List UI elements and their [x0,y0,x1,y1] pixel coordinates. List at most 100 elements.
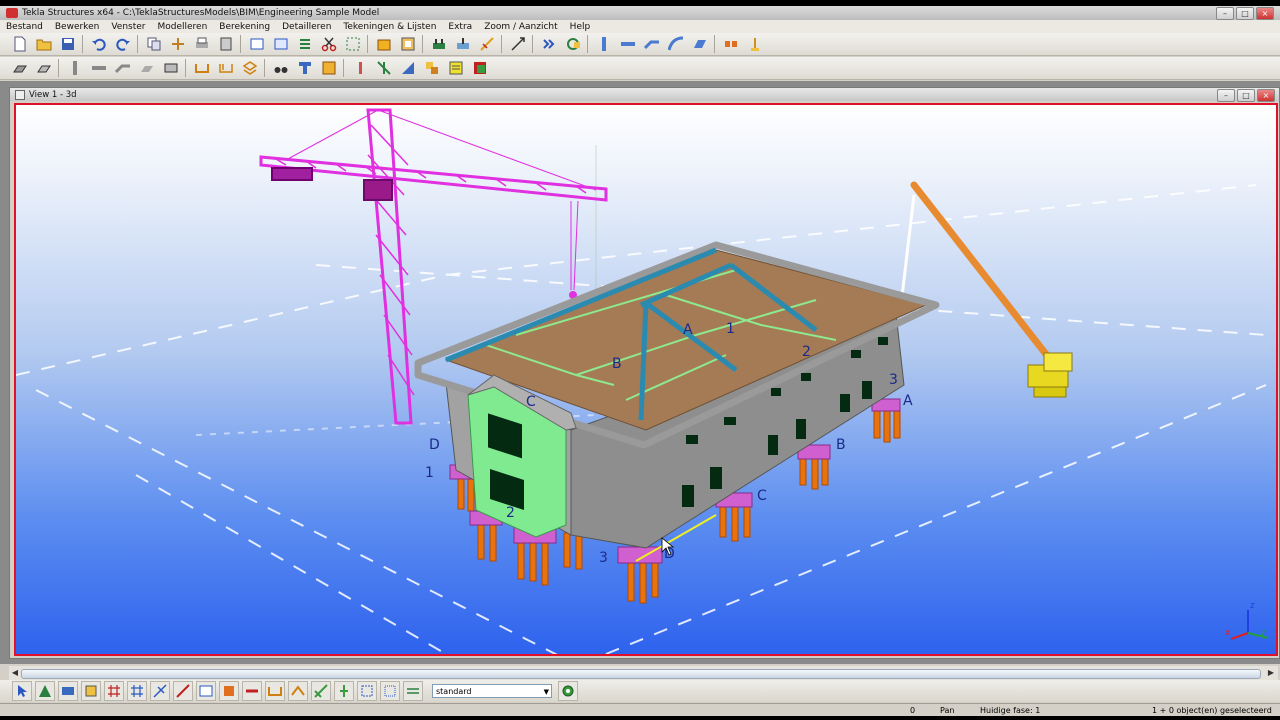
pad-footing-button[interactable] [745,35,764,54]
filter-settings-button[interactable] [558,681,578,701]
concrete-panel-button[interactable] [137,59,156,78]
close-button[interactable]: × [1256,7,1274,20]
select-all-button[interactable] [12,681,32,701]
view-minimize-button[interactable]: – [1217,89,1235,102]
select-object-button[interactable] [311,681,331,701]
menu-extra[interactable]: Extra [442,22,478,32]
move-button[interactable] [168,35,187,54]
menu-berekening[interactable]: Berekening [213,22,276,32]
concrete-beam-button[interactable] [89,59,108,78]
polybeam-button[interactable] [642,35,661,54]
select-surface-button[interactable] [58,681,78,701]
select-window-alt-button[interactable] [271,35,290,54]
material-button[interactable] [319,59,338,78]
cut-button[interactable] [319,35,338,54]
concrete-polybeam-button[interactable] [113,59,132,78]
menu-modelleren[interactable]: Modelleren [151,22,213,32]
concrete-wall-button[interactable] [161,59,180,78]
reinforcement-button[interactable] [216,59,235,78]
select-welds-button[interactable] [150,681,170,701]
select-area-button[interactable] [343,35,362,54]
menu-detailleren[interactable]: Detailleren [276,22,337,32]
find-button[interactable] [271,59,290,78]
scrollbar-thumb[interactable] [21,669,1261,679]
select-grid-lines-button[interactable] [127,681,147,701]
concrete-slab-button[interactable] [34,59,53,78]
maximize-button[interactable]: □ [1236,7,1254,20]
select-views-button[interactable] [196,681,216,701]
app-titlebar: Tekla Structures x64 - C:\TeklaStructure… [0,6,1280,20]
menu-bar: Bestand Bewerken Venster Modelleren Bere… [0,20,1280,33]
column-button[interactable] [594,35,613,54]
curved-beam-button[interactable] [666,35,685,54]
drawing-list-button[interactable] [470,59,489,78]
view-close-button[interactable]: × [1257,89,1275,102]
menu-help[interactable]: Help [564,22,597,32]
select-components-button[interactable] [242,681,262,701]
select-bolts-button[interactable] [219,681,239,701]
select-assembly-button[interactable] [288,681,308,701]
menu-zoom-aanzicht[interactable]: Zoom / Aanzicht [478,22,563,32]
numbering-button[interactable] [422,59,441,78]
copy-button[interactable] [144,35,163,54]
report-button[interactable] [446,59,465,78]
menu-venster[interactable]: Venster [105,22,151,32]
select-rebar-button[interactable] [265,681,285,701]
select-cuts-button[interactable] [173,681,193,701]
measure-button[interactable] [477,35,496,54]
3d-viewport[interactable]: A 1 2 B C D 1 2 3 D C B A 3 [14,103,1278,656]
secondary-toolbar [0,57,1280,80]
axis-label-y: y [1260,628,1266,638]
save-button[interactable] [58,35,77,54]
bolt-button[interactable] [429,35,448,54]
refresh-button[interactable] [563,35,582,54]
horizontal-scrollbar[interactable]: ◀ ▶ [9,666,1278,680]
check-button[interactable] [374,59,393,78]
select-window-button[interactable] [247,35,266,54]
catalog-button[interactable] [398,35,417,54]
undo-button[interactable] [89,35,108,54]
menu-bestand[interactable]: Bestand [0,22,49,32]
redo-button[interactable] [113,35,132,54]
clash-check-button[interactable] [398,59,417,78]
select-points-button[interactable] [81,681,101,701]
scroll-right-icon[interactable]: ▶ [1266,668,1276,678]
view-maximize-button[interactable]: □ [1237,89,1255,102]
contour-plate-button[interactable] [690,35,709,54]
selection-filter-dropdown[interactable]: standard ▼ [432,684,552,698]
inquire-button[interactable] [350,59,369,78]
concrete-column-button[interactable] [65,59,84,78]
open-model-button[interactable] [34,35,53,54]
book-button[interactable] [216,35,235,54]
select-part-icon [39,685,51,697]
new-model-button[interactable] [10,35,29,54]
select-line-button[interactable] [403,681,423,701]
component-button[interactable] [374,35,393,54]
menu-bewerken[interactable]: Bewerken [49,22,105,32]
select-ref-button[interactable] [357,681,377,701]
book-icon [220,37,231,51]
select-grid-button[interactable] [104,681,124,701]
mobile-crane[interactable] [899,181,1073,398]
scroll-left-icon[interactable]: ◀ [10,668,20,678]
concrete-tool-button[interactable] [10,59,29,78]
assembly-icon [291,685,305,696]
select-parts-button[interactable] [35,681,55,701]
mesh-button[interactable] [240,59,259,78]
chevron-down-icon[interactable]: ▼ [544,685,549,699]
strip-footing-button[interactable] [192,59,211,78]
menu-tekeningen-lijsten[interactable]: Tekeningen & Lijsten [337,22,442,32]
print-button[interactable] [192,35,211,54]
minimize-button[interactable]: – [1216,7,1234,20]
properties-button[interactable] [295,35,314,54]
beam-button[interactable] [618,35,637,54]
building-model[interactable] [414,241,940,604]
select-filter-button[interactable] [380,681,400,701]
forward-button[interactable] [539,35,558,54]
rebar-button[interactable] [721,35,740,54]
dimension-button[interactable] [508,35,527,54]
section-view-button[interactable] [295,59,314,78]
weld-button[interactable] [453,35,472,54]
select-snap-button[interactable] [334,681,354,701]
model-scene[interactable]: A 1 2 B C D 1 2 3 D C B A 3 [16,105,1276,654]
